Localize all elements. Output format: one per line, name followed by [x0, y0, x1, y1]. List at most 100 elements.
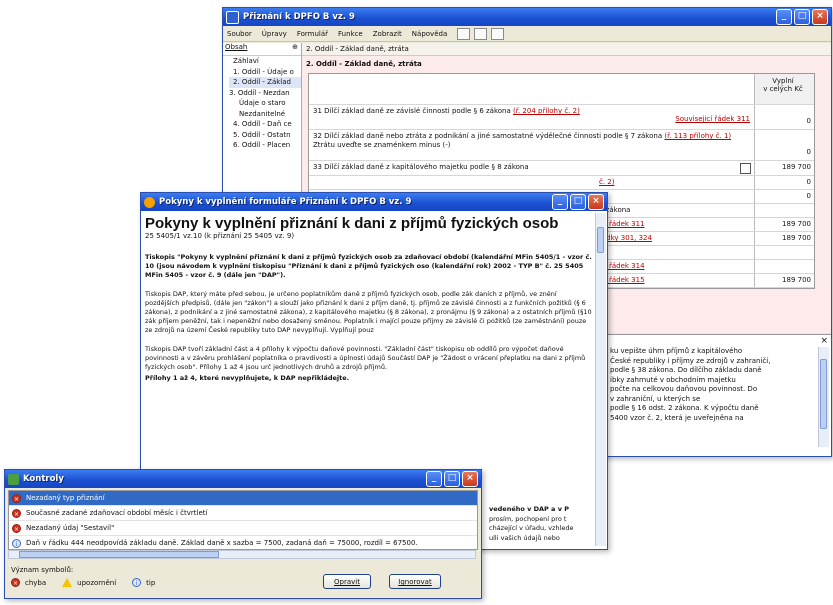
close-button[interactable]: × — [462, 471, 478, 487]
maximize-button[interactable]: □ — [794, 9, 810, 25]
tree-item[interactable]: 3. Oddíl - Nezdan — [229, 88, 301, 99]
row-value[interactable]: 0 — [754, 190, 814, 203]
doc-tail-line: vedeného v DAP a v P — [489, 505, 569, 513]
help-close-icon[interactable]: × — [820, 336, 828, 346]
row-31-link[interactable]: (ř. 204 přílohy č. 2) — [513, 107, 580, 115]
doc-tail-line: cházející v úřadu, vzhlede — [489, 524, 574, 532]
form-row-33: 33 Dílčí základ daně z kapitálového maje… — [309, 161, 814, 176]
row-value[interactable]: 0 — [754, 176, 814, 189]
document-icon[interactable] — [474, 27, 488, 40]
help-scrollbar[interactable] — [818, 347, 829, 447]
menu-napoveda[interactable]: Nápověda — [412, 30, 447, 38]
check-item[interactable]: × Nezadaný údaj "Sestavil" — [9, 521, 477, 536]
check-item-text: Daň v řádku 444 neodpovídá základu daně.… — [26, 539, 418, 547]
row-label: 31 Dílčí základ daně ze závislé činnosti… — [309, 105, 754, 129]
ctrl-hscroll[interactable] — [8, 550, 476, 559]
check-item-text: Současné zadané zdaňovací období měsíc i… — [26, 509, 208, 517]
row-33-checkbox[interactable] — [740, 163, 751, 174]
save-icon[interactable] — [457, 27, 471, 40]
row-33-text: 33 Dílčí základ daně z kapitálového maje… — [313, 163, 529, 171]
check-item-text: Nezadaný údaj "Sestavil" — [26, 524, 115, 532]
doc-para-4: Přílohy 1 až 4, které nevyplňujete, k DA… — [145, 374, 350, 382]
row-32-extra: Ztrátu uveďte se znaménkem minus (-) — [313, 141, 451, 149]
tree-item[interactable]: 6. Oddíl - Placen — [229, 140, 301, 151]
menu-zobrazit[interactable]: Zobrazit — [373, 30, 402, 38]
form-row-32: 32 Dílčí základ daně nebo ztráta z podni… — [309, 130, 814, 161]
doc-tail-line: prosím, pochopení pro t — [489, 514, 567, 523]
tree-item[interactable]: Nezdanitelné — [229, 109, 301, 120]
print-icon[interactable] — [491, 27, 505, 40]
help-icon — [144, 196, 155, 208]
row-value[interactable] — [754, 246, 814, 259]
fix-button[interactable]: Opravit — [323, 574, 371, 589]
sidebar-title: Obsah — [225, 43, 248, 51]
tree-item[interactable]: Záhlaví — [229, 56, 301, 67]
ctrl-window: Kontroly _ □ × × Nezadaný typ přiznání × So… — [4, 469, 482, 599]
row-label[interactable]: č. 2) — [309, 176, 754, 189]
tree-item-selected[interactable]: 2. Oddíl - Základ — [229, 77, 301, 88]
ctrl-title-bar[interactable]: Kontroly _ □ × — [5, 470, 481, 488]
tree: Záhlaví 1. Oddíl - Údaje o 2. Oddíl - Zá… — [223, 56, 301, 151]
row-31-related-link[interactable]: Souvisejicí řádek 311 — [313, 115, 750, 123]
column-header: Vyplní v celých Kč — [754, 74, 814, 104]
check-item[interactable]: × Současné zadané zdaňovací období měsíc … — [9, 506, 477, 521]
row-32-value[interactable]: 0 — [754, 130, 814, 160]
error-icon: × — [12, 523, 21, 533]
sidebar-close-icon[interactable]: ⊕ — [292, 43, 301, 55]
row-33-value[interactable]: 189 700 — [754, 161, 814, 175]
menu-soubor[interactable]: Soubor — [227, 30, 252, 38]
info-icon: i — [12, 538, 21, 548]
help-line: ku vepište úhrn příjmů z kapitálového — [610, 347, 743, 355]
close-button[interactable]: × — [812, 9, 828, 25]
check-item-text: Nezadaný typ přiznání — [26, 494, 105, 502]
legend-label: upozornění — [77, 578, 117, 587]
help-scroll-thumb[interactable] — [820, 359, 827, 429]
doc-para-3: Tiskopis DAP tvoří základní část a 4 pří… — [145, 345, 586, 371]
sidebar-header: Obsah ⊕ — [223, 43, 301, 56]
ctrl-hscroll-thumb[interactable] — [19, 551, 219, 558]
tree-item[interactable]: 5. Oddíl - Ostatn — [229, 130, 301, 141]
menu-formular[interactable]: Formulář — [297, 30, 328, 38]
legend: × chyba upozornění i tip — [11, 578, 171, 587]
tree-item[interactable]: 4. Oddíl - Daň ce — [229, 119, 301, 130]
help-line: 5400 vzor č. 2, která je uveřejněna na — [610, 413, 744, 422]
row-32-link[interactable]: (ř. 113 přílohy č. 1) — [664, 132, 731, 140]
row-value[interactable] — [754, 260, 814, 273]
check-list: × Nezadaný typ přiznání × Současné zadané z… — [8, 490, 478, 550]
form-row-partial: č. 2) 0 — [309, 176, 814, 190]
help-line: České republiky i příjmy ze zdrojů v zah… — [610, 356, 771, 365]
doc-window-title: Pokyny k vyplnění formuláře Přiznání k D… — [159, 197, 412, 207]
row-label: 32 Dílčí základ daně nebo ztráta z podni… — [309, 130, 754, 160]
check-item[interactable]: × Nezadaný typ přiznání — [9, 491, 477, 506]
check-item[interactable]: i Daň v řádku 444 neodpovídá základu daně… — [9, 536, 477, 549]
row-32-text: 32 Dílčí základ daně nebo ztráta z podni… — [313, 132, 663, 140]
row-value[interactable]: 189 700 — [754, 232, 814, 245]
menu-bar: Soubor Úpravy Formulář Funkce Zobrazit N… — [223, 26, 831, 42]
doc-tail: vedeného v DAP a v Pprosím, pochopení pr… — [489, 505, 593, 543]
doc-title-bar[interactable]: Pokyny k vyplnění formuláře Přiznání k D… — [141, 193, 607, 211]
tree-item[interactable]: Údaje o staro — [229, 98, 301, 109]
minimize-button[interactable]: _ — [552, 194, 568, 210]
error-icon: × — [12, 493, 21, 503]
row-value[interactable] — [754, 204, 814, 217]
tree-item[interactable]: 1. Oddíl - Údaje o — [229, 67, 301, 78]
close-button[interactable]: × — [588, 194, 604, 210]
menu-funkce[interactable]: Funkce — [338, 30, 363, 38]
row-value[interactable]: 189 700 — [754, 274, 814, 287]
minimize-button[interactable]: _ — [776, 9, 792, 25]
minimize-button[interactable]: _ — [426, 471, 442, 487]
doc-tail-line: ulli vašich údajů nebo — [489, 533, 560, 542]
main-window-title: Přiznání k DPFO B vz. 9 — [243, 12, 355, 22]
help-line: v zahraniční, u kterých se — [610, 394, 701, 403]
ignore-button-label: Ignorovat — [398, 578, 432, 586]
main-title-bar[interactable]: Přiznání k DPFO B vz. 9 _ □ × — [223, 8, 831, 26]
doc-scrollbar[interactable] — [595, 213, 606, 546]
row-value[interactable]: 189 700 — [754, 218, 814, 231]
maximize-button[interactable]: □ — [570, 194, 586, 210]
row-31-text: 31 Dílčí základ daně ze závislé činnosti… — [313, 107, 511, 115]
maximize-button[interactable]: □ — [444, 471, 460, 487]
ignore-button[interactable]: Ignorovat — [389, 574, 441, 589]
doc-scroll-thumb[interactable] — [597, 227, 604, 253]
row-31-value[interactable]: 0 — [754, 105, 814, 129]
menu-upravy[interactable]: Úpravy — [262, 30, 287, 38]
